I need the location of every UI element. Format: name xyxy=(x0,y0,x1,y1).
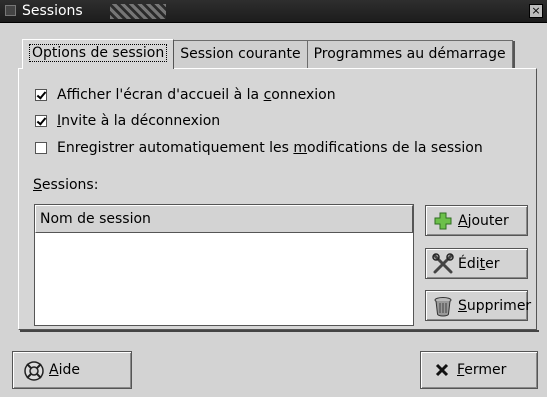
edit-button[interactable]: Éditer xyxy=(425,248,528,279)
panel-shadow xyxy=(20,330,539,332)
prompt-logout-label: Invite à la déconnexion xyxy=(57,113,221,129)
delete-button[interactable]: Supprimer xyxy=(425,290,532,321)
x-icon xyxy=(435,363,449,381)
tab-label: Options de session xyxy=(29,44,168,62)
autosave-checkbox[interactable] xyxy=(35,142,47,154)
show-splash-label: Afficher l'écran d'accueil à la connexio… xyxy=(57,87,336,103)
show-splash-checkbox[interactable] xyxy=(35,89,47,101)
close-window-button[interactable]: × xyxy=(529,4,543,18)
prompt-logout-checkbox[interactable] xyxy=(35,115,47,127)
tab-label: Programmes au démarrage xyxy=(313,46,506,62)
sessions-list[interactable]: Nom de session xyxy=(34,204,414,326)
tab-current-session[interactable]: Session courante xyxy=(173,40,308,68)
window-title: Sessions xyxy=(22,3,83,19)
tab-startup-programs[interactable]: Programmes au démarrage xyxy=(306,40,515,68)
add-button[interactable]: Ajouter xyxy=(425,205,528,236)
window-menu-icon[interactable] xyxy=(5,5,16,16)
titlebar-grip xyxy=(110,4,166,19)
autosave-label: Enregistrer automatiquement les modifica… xyxy=(57,140,483,156)
tab-session-options[interactable]: Options de session xyxy=(22,39,175,69)
option-show-splash[interactable]: Afficher l'écran d'accueil à la connexio… xyxy=(35,85,336,105)
add-button-label: Ajouter xyxy=(458,212,509,229)
tab-panel: Afficher l'écran d'accueil à la connexio… xyxy=(18,68,537,330)
column-header-session-name[interactable]: Nom de session xyxy=(35,205,413,233)
lifebuoy-icon xyxy=(23,360,45,386)
tab-shadow xyxy=(512,41,515,68)
plus-icon xyxy=(432,210,454,232)
close-button-label: Fermer xyxy=(457,362,507,378)
trash-icon xyxy=(432,295,454,317)
dialog-body: Options de session Session courante Prog… xyxy=(0,23,547,397)
tools-icon xyxy=(432,252,454,275)
title-bar[interactable]: Sessions × xyxy=(0,0,547,23)
delete-button-label: Supprimer xyxy=(458,297,532,314)
help-button[interactable]: Aide xyxy=(12,351,132,389)
tab-bar: Options de session Session courante Prog… xyxy=(22,39,515,69)
sessions-label: Sessions: xyxy=(33,177,99,193)
option-autosave[interactable]: Enregistrer automatiquement les modifica… xyxy=(35,138,483,158)
close-button[interactable]: Fermer xyxy=(420,351,538,389)
tab-label: Session courante xyxy=(180,46,301,62)
option-prompt-logout[interactable]: Invite à la déconnexion xyxy=(35,111,220,131)
help-button-label: Aide xyxy=(49,362,80,378)
edit-button-label: Éditer xyxy=(458,255,500,272)
